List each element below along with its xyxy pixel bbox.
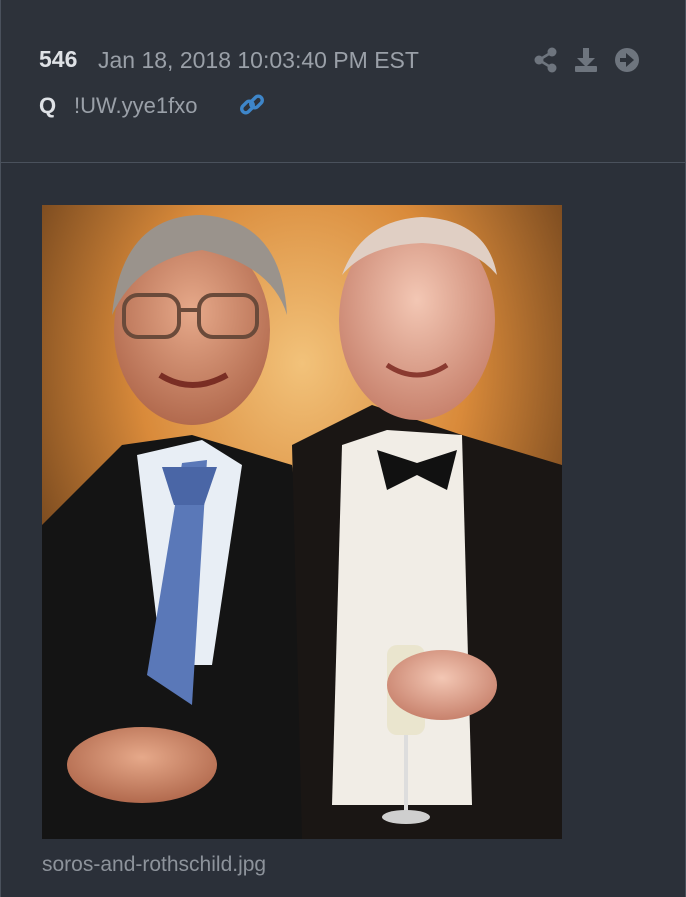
link-icon[interactable] — [237, 90, 267, 120]
post-header: 546 Jan 18, 2018 10:03:40 PM EST Q !UW.y… — [1, 0, 685, 163]
share-icon[interactable] — [531, 45, 561, 75]
tripcode: !UW.yye1fxo — [74, 93, 198, 118]
post-card: 546 Jan 18, 2018 10:03:40 PM EST Q !UW.y… — [0, 0, 686, 897]
author-name: Q — [39, 93, 57, 118]
arrow-circle-right-icon[interactable] — [612, 45, 642, 75]
download-icon[interactable] — [571, 45, 601, 75]
post-datetime: Jan 18, 2018 10:03:40 PM EST — [98, 47, 419, 73]
post-body: soros-and-rothschild.jpg — [1, 163, 685, 897]
attachment-image[interactable] — [42, 205, 562, 839]
attachment-filename[interactable]: soros-and-rothschild.jpg — [42, 853, 266, 877]
post-number[interactable]: 546 — [39, 46, 77, 73]
post-actions — [531, 45, 646, 77]
